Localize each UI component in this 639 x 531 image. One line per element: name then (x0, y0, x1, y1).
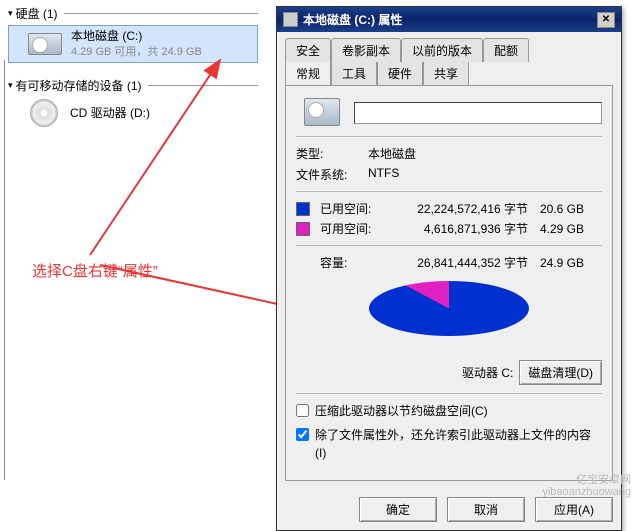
tab-tools[interactable]: 工具 (331, 62, 377, 85)
used-swatch (296, 202, 310, 216)
free-bytes: 4,616,871,936 字节 (398, 220, 528, 237)
drive-big-icon (304, 98, 340, 128)
watermark: 亿宝安卓网 yibaoanzhuowang (542, 474, 631, 498)
titlebar: 本地磁盘 (C:) 属性 ✕ (277, 7, 621, 32)
tab-previous[interactable]: 以前的版本 (401, 38, 483, 62)
tab-shadow[interactable]: 卷影副本 (331, 38, 401, 62)
compress-option[interactable]: 压缩此驱动器以节约磁盘空间(C) (296, 402, 602, 420)
used-bytes: 22,224,572,416 字节 (398, 200, 528, 217)
free-label: 可用空间: (320, 220, 392, 237)
free-gb: 4.29 GB (534, 222, 584, 236)
tree-line (4, 60, 5, 480)
type-value: 本地磁盘 (368, 145, 602, 162)
capacity-row: 容量: 26,841,444,352 字节 24.9 GB (296, 254, 602, 271)
tab-quota[interactable]: 配额 (483, 38, 529, 62)
drive-letter-label: 驱动器 C: (462, 364, 513, 381)
tab-bar: 安全 卷影副本 以前的版本 配额 常规 工具 硬件 共享 (277, 32, 621, 85)
tab-content-general: 类型: 本地磁盘 文件系统: NTFS 已用空间: 22,224,572,416… (285, 85, 613, 481)
free-swatch (296, 222, 310, 236)
used-gb: 20.6 GB (534, 202, 584, 216)
compress-checkbox[interactable] (296, 404, 309, 417)
drive-c-sub: 4.29 GB 可用，共 24.9 GB (71, 45, 202, 60)
drive-d-entry[interactable]: CD 驱动器 (D:) (8, 97, 258, 129)
space-legend: 已用空间: 22,224,572,416 字节 20.6 GB 可用空间: 4,… (296, 200, 602, 237)
cd-icon (26, 99, 62, 127)
tab-security[interactable]: 安全 (285, 38, 331, 62)
close-button[interactable]: ✕ (597, 12, 615, 28)
fs-label: 文件系统: (296, 166, 368, 183)
disk-cleanup-button[interactable]: 磁盘清理(D) (519, 360, 602, 385)
tab-general[interactable]: 常规 (285, 62, 331, 85)
cancel-button[interactable]: 取消 (447, 497, 525, 522)
section-hdd-header: 硬盘 (1) (8, 5, 258, 22)
drive-title-icon (283, 12, 298, 27)
hdd-icon (27, 30, 63, 58)
tab-sharing[interactable]: 共享 (423, 62, 469, 85)
capacity-gb: 24.9 GB (534, 256, 584, 270)
ok-button[interactable]: 确定 (359, 497, 437, 522)
capacity-label: 容量: (320, 254, 392, 271)
pie-chart (296, 281, 602, 354)
fs-value: NTFS (368, 166, 602, 183)
annotation-select-c: 选择C盘右键“属性” (32, 260, 158, 281)
used-label: 已用空间: (320, 200, 392, 217)
drive-c-entry[interactable]: 本地磁盘 (C:) 4.29 GB 可用，共 24.9 GB (8, 25, 258, 63)
index-option[interactable]: 除了文件属性外，还允许索引此驱动器上文件的内容(I) (296, 426, 602, 462)
capacity-bytes: 26,841,444,352 字节 (398, 254, 528, 271)
index-label: 除了文件属性外，还允许索引此驱动器上文件的内容(I) (315, 426, 602, 462)
type-label: 类型: (296, 145, 368, 162)
apply-button[interactable]: 应用(A) (535, 497, 613, 522)
drive-name-input[interactable] (354, 102, 602, 124)
compress-label: 压缩此驱动器以节约磁盘空间(C) (315, 402, 488, 420)
drive-d-label: CD 驱动器 (D:) (70, 105, 150, 122)
tab-hardware[interactable]: 硬件 (377, 62, 423, 85)
properties-dialog: 本地磁盘 (C:) 属性 ✕ 安全 卷影副本 以前的版本 配额 常规 工具 硬件… (276, 6, 622, 531)
dialog-title: 本地磁盘 (C:) 属性 (303, 11, 402, 28)
drive-c-label: 本地磁盘 (C:) (71, 28, 202, 45)
index-checkbox[interactable] (296, 428, 309, 441)
section-removable-header: 有可移动存储的设备 (1) (8, 77, 258, 94)
